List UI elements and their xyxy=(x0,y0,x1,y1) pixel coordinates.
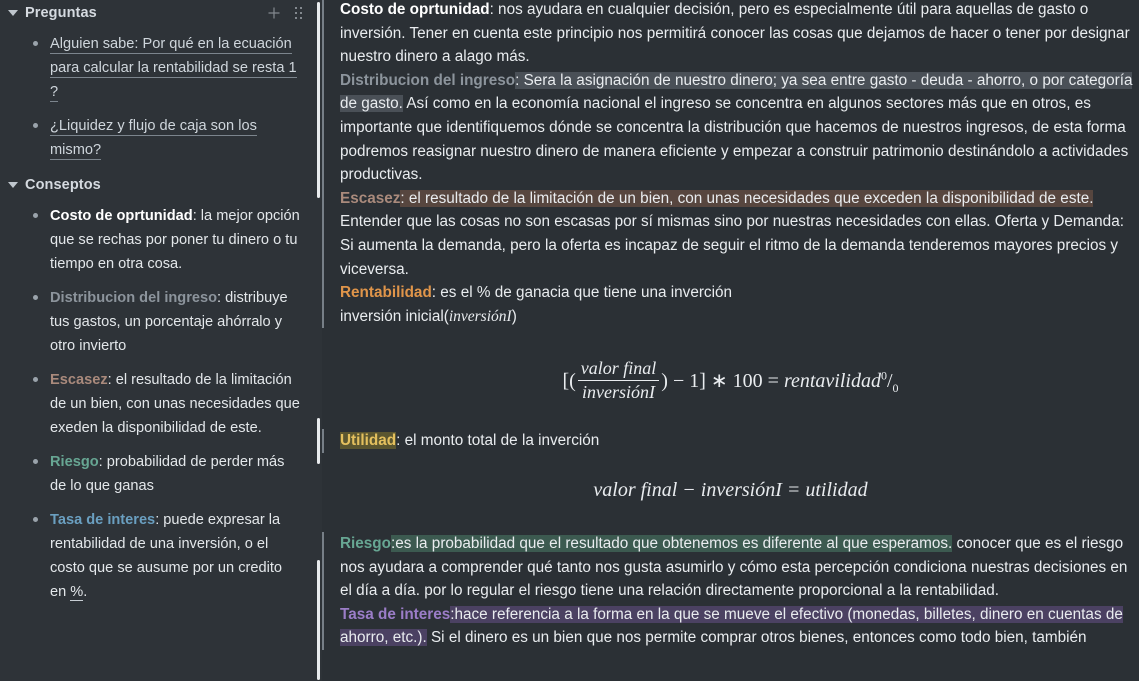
text-utilidad: : el monto total de la inverción xyxy=(396,432,600,450)
text-inversion-inicial: inversión inicial( xyxy=(340,307,449,325)
formula-utilidad: valor final − inversiónI = utilidad xyxy=(322,479,1139,502)
sidebar-header-actions xyxy=(266,5,314,21)
outline-term: Riesgo xyxy=(50,454,99,470)
term-rentabilidad: Rentabilidad xyxy=(340,284,432,302)
outline-term: Costo de oprtunidad xyxy=(50,208,193,224)
outline-link[interactable]: ¿Liquidez y flujo de caja son los mismo? xyxy=(50,118,257,160)
outline-term: Tasa de interes xyxy=(50,512,156,528)
collapse-caret-icon[interactable] xyxy=(8,10,18,16)
sidebar-scrollbar-segment[interactable] xyxy=(317,418,320,464)
callout-block-1: Costo de oprtunidad: nos ayudara en cual… xyxy=(322,0,1139,329)
outline-list-conseptos: Costo de oprtunidad: la mejor opción que… xyxy=(0,204,322,604)
paragraph-inversion-inicial: inversión inicial(inversiónI) xyxy=(340,305,1137,329)
document-content: Costo de oprtunidad: nos ayudara en cual… xyxy=(322,0,1139,681)
sidebar-scrollbar-segment[interactable] xyxy=(317,2,320,198)
formula-result: rentavilidad xyxy=(783,370,881,393)
callout-block-3: Riesgo:es la probabilidad que el resulta… xyxy=(322,531,1139,650)
formula-subscript: 0 xyxy=(892,381,899,396)
outline-group-header-conseptos[interactable]: Conseptos xyxy=(0,174,322,196)
formula-rentabilidad: [(valor final inversiónI) − 1] ∗ 100 = re… xyxy=(322,358,1139,403)
formula-fraction: valor final inversiónI xyxy=(577,358,660,403)
term-riesgo: Riesgo xyxy=(340,534,391,552)
collapse-caret-icon[interactable] xyxy=(8,182,18,188)
paragraph-escasez: Escasez: el resultado de la limitación d… xyxy=(340,187,1137,281)
outline-group-title: Conseptos xyxy=(25,177,101,193)
paragraph-utilidad: Utilidad: el monto total de la inverción xyxy=(340,429,1137,453)
outline-list-preguntas: Alguien sabe: Por qué en la ecuación par… xyxy=(0,32,322,162)
paragraph-riesgo: Riesgo:es la probabilidad que el resulta… xyxy=(340,532,1137,603)
text-inversion-tail: ) xyxy=(511,307,517,325)
paragraph-rentabilidad: Rentabilidad: es el % de ganacia que tie… xyxy=(340,281,1137,305)
paragraph-tasa-de-interes: Tasa de interes:hace referencia a la for… xyxy=(340,603,1137,650)
outline-group-preguntas: Preguntas Alguien sabe: Por qué en la ec… xyxy=(0,2,322,162)
formula-numerator: valor final xyxy=(577,358,660,382)
term-distribucion-del-ingreso: Distribucion del ingreso xyxy=(340,71,516,89)
text-distribucion: Así como en la economía nacional el ingr… xyxy=(340,95,1129,184)
highlight-riesgo: :es la probabilidad que el resultado que… xyxy=(391,534,953,552)
formula-left-bracket: [( xyxy=(562,370,576,393)
outline-term: Escasez xyxy=(50,372,108,388)
list-item[interactable]: Alguien sabe: Por qué en la ecuación par… xyxy=(30,32,316,104)
paragraph-costo-de-oprtunidad: Costo de oprtunidad: nos ayudara en cual… xyxy=(340,0,1137,69)
paragraph-distribucion-del-ingreso: Distribucion del ingreso: Sera la asigna… xyxy=(340,69,1137,187)
grid-dots-icon[interactable] xyxy=(292,5,308,21)
sidebar-scrollbar-segment[interactable] xyxy=(317,560,320,680)
term-costo-de-oprtunidad: Costo de oprtunidad xyxy=(340,1,490,18)
term-tasa-de-interes: Tasa de interes xyxy=(340,605,451,623)
list-item[interactable]: Costo de oprtunidad: la mejor opción que… xyxy=(30,204,316,276)
callout-block-2: Utilidad: el monto total de la inverción xyxy=(322,429,1139,453)
outline-group-header-preguntas[interactable]: Preguntas xyxy=(0,2,322,24)
outline-term: Distribucion del ingreso xyxy=(50,290,218,306)
formula-denominator: inversiónI xyxy=(582,382,656,403)
formula-operator: ) − 1] ∗ 100 = xyxy=(661,370,779,393)
term-utilidad: Utilidad xyxy=(340,432,397,450)
inline-math-inversion: inversiónI xyxy=(448,307,512,325)
outline-group-title: Preguntas xyxy=(25,5,97,21)
text-rentabilidad: : es el % de ganacia que tiene una inver… xyxy=(431,284,732,302)
text-tasa-de-interes: Si el dinero es un bien que nos permite … xyxy=(426,629,1087,647)
formula-utilidad-text: valor final − inversiónI = utilidad xyxy=(593,478,868,501)
list-item[interactable]: ¿Liquidez y flujo de caja son los mismo? xyxy=(30,114,316,162)
list-item[interactable]: Escasez: el resultado de la limitación d… xyxy=(30,368,316,440)
text-escasez: Entender que las cosas no son escasas po… xyxy=(340,213,1124,278)
app-root: Preguntas Alguien sabe: Por qué en la ec… xyxy=(0,0,1139,681)
list-item[interactable]: Riesgo: probabilidad de perder más de lo… xyxy=(30,450,316,498)
outline-group-conseptos: Conseptos Costo de oprtunidad: la mejor … xyxy=(0,174,322,604)
outline-link[interactable]: Alguien sabe: Por qué en la ecuación par… xyxy=(50,36,297,102)
outline-desc-tail: . xyxy=(83,584,88,600)
highlight-escasez: : el resultado de la limitación de un bi… xyxy=(400,189,1094,207)
outline-desc-underlined: % xyxy=(70,584,84,601)
outline-sidebar: Preguntas Alguien sabe: Por qué en la ec… xyxy=(0,0,322,681)
list-item[interactable]: Distribucion del ingreso: distribuye tus… xyxy=(30,286,316,358)
plus-icon[interactable] xyxy=(266,5,282,21)
term-escasez: Escasez xyxy=(340,189,401,207)
list-item[interactable]: Tasa de interes: puede expresar la renta… xyxy=(30,508,316,604)
